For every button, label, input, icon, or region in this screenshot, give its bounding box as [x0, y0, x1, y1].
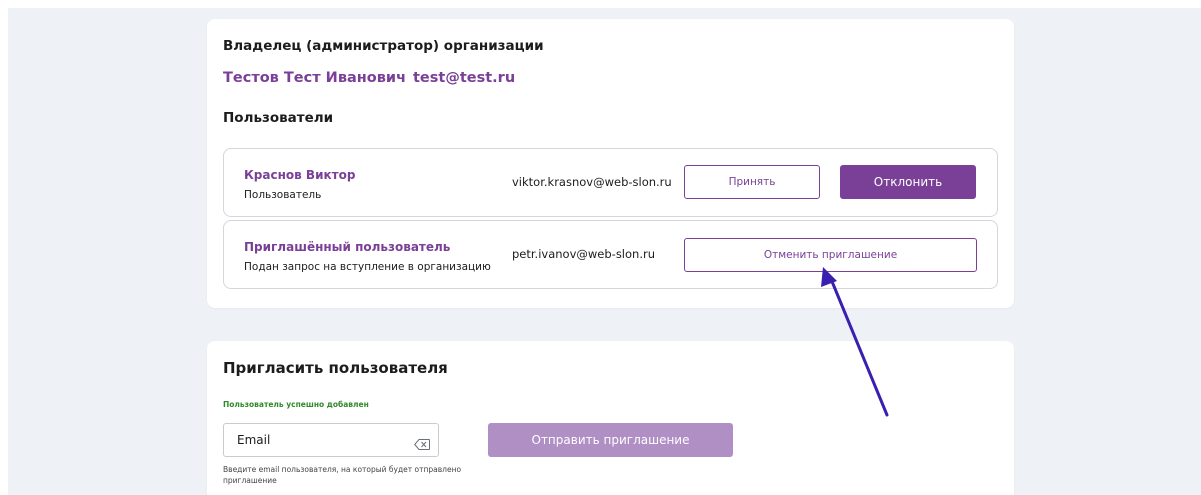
invite-heading: Пригласить пользователя	[223, 359, 448, 377]
send-invitation-button[interactable]: Отправить приглашение	[488, 423, 733, 457]
user-name: Приглашённый пользователь	[244, 240, 451, 254]
user-email: viktor.krasnov@web-slon.ru	[512, 175, 672, 189]
user-row: Приглашённый пользователь Подан запрос н…	[223, 220, 998, 289]
email-input[interactable]: Email	[223, 423, 439, 457]
user-role: Пользователь	[244, 189, 322, 201]
backspace-clear-icon[interactable]	[414, 435, 430, 450]
email-input-value: Email	[237, 433, 271, 447]
owner-name: Тестов Тест Иванович	[223, 70, 407, 86]
users-heading: Пользователи	[223, 110, 334, 126]
owner-email: test@test.ru	[413, 70, 516, 86]
cancel-invitation-button[interactable]: Отменить приглашение	[684, 238, 977, 272]
organization-members-card: Владелец (администратор) организации Тес…	[207, 19, 1014, 308]
success-message: Пользователь успешно добавлен	[223, 400, 369, 409]
owner-heading: Владелец (администратор) организации	[223, 38, 544, 54]
reject-button[interactable]: Отклонить	[840, 165, 976, 199]
invite-user-card: Пригласить пользователя Пользователь усп…	[207, 341, 1014, 495]
user-row: Краснов Виктор Пользователь viktor.krasn…	[223, 148, 998, 217]
user-name: Краснов Виктор	[244, 168, 356, 182]
email-hint: Введите email пользователя, на который б…	[223, 465, 462, 485]
user-status: Подан запрос на вступление в организацию	[244, 261, 491, 273]
accept-button[interactable]: Принять	[684, 165, 820, 199]
user-email: petr.ivanov@web-slon.ru	[512, 247, 656, 261]
